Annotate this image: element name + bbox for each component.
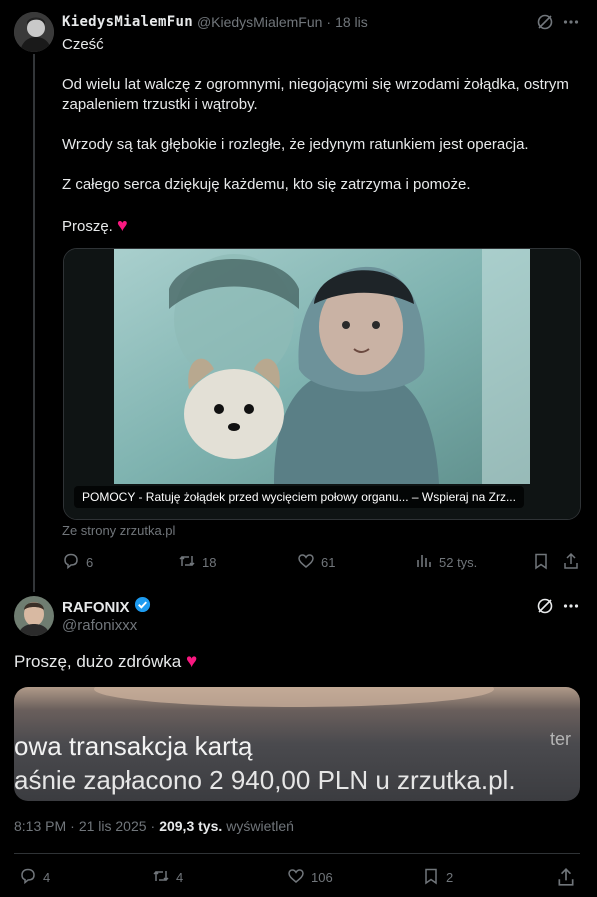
- grok-icon[interactable]: [536, 597, 554, 615]
- separator-dot: ·: [326, 14, 332, 30]
- paragraph-with-emoji: Proszę. ♥: [62, 215, 577, 237]
- thread-connector: [33, 54, 35, 592]
- link-card-image: [64, 249, 580, 519]
- avatar-image: [14, 596, 54, 636]
- paragraph: Wrzody są tak głębokie i rozległe, że je…: [62, 136, 529, 153]
- more-icon[interactable]: [562, 597, 580, 615]
- share-icon[interactable]: [556, 867, 576, 887]
- like-count: 61: [321, 555, 336, 570]
- handle[interactable]: @KiedysMialemFun: [197, 14, 322, 30]
- like-icon: [287, 867, 305, 888]
- repost-icon: [178, 552, 196, 573]
- heart-emoji: ♥: [185, 651, 198, 672]
- like-count: 106: [311, 870, 333, 885]
- paragraph: Z całego serca dziękuję każdemu, kto się…: [62, 176, 471, 193]
- tweet-body: Cześć Od wielu lat walczę z ogromnymi, n…: [62, 35, 577, 237]
- views-button[interactable]: 52 tys.: [415, 552, 477, 573]
- tweet-header: KiedysMialemFun @KiedysMialemFun · 18 li…: [62, 13, 368, 31]
- heart-emoji: ♥: [117, 215, 128, 235]
- tweet-body: Proszę, dużo zdrówka ♥: [14, 651, 197, 673]
- reply-count: 6: [86, 555, 94, 570]
- reply-button[interactable]: 6: [62, 552, 93, 573]
- like-button[interactable]: 61: [297, 552, 335, 573]
- reply-button[interactable]: 4: [19, 867, 50, 888]
- bookmark-icon: [422, 867, 440, 888]
- grok-icon[interactable]: [536, 13, 554, 31]
- image-text-corner: ter: [550, 729, 572, 749]
- bookmark-icon[interactable]: [532, 552, 550, 570]
- views-count: 209,3 tys.: [159, 818, 223, 834]
- post-time[interactable]: 8:13 PM: [14, 818, 66, 834]
- paragraph: Proszę.: [62, 218, 113, 235]
- attached-image[interactable]: owa transakcja kartą aśnie zapłacono 2 9…: [14, 687, 580, 801]
- views-icon: [415, 552, 433, 573]
- link-card[interactable]: [63, 248, 581, 520]
- paragraph: Od wielu lat walczę z ogromnymi, niegoją…: [62, 76, 569, 113]
- bookmark-button[interactable]: 2: [422, 867, 453, 888]
- share-icon[interactable]: [562, 552, 580, 570]
- verified-icon: [134, 596, 151, 618]
- image-text-line2: aśnie zapłacono 2 940,00 PLN u zrzutka.p…: [14, 765, 516, 795]
- repost-button[interactable]: 18: [178, 552, 216, 573]
- repost-button[interactable]: 4: [152, 867, 183, 888]
- like-icon: [297, 552, 315, 573]
- link-card-title[interactable]: POMOCY - Ratuję żołądek przed wycięciem …: [74, 486, 524, 508]
- post-date[interactable]: 21 lis 2025: [79, 818, 147, 834]
- views-label: wyświetleń: [226, 818, 294, 834]
- bookmark-count: 2: [446, 870, 454, 885]
- tweet-text: Proszę, dużo zdrówka: [14, 652, 182, 671]
- timestamp[interactable]: 18 lis: [335, 14, 368, 30]
- paragraph: Cześć: [62, 36, 104, 53]
- repost-count: 4: [176, 870, 184, 885]
- user-name-row: RAFONIX: [62, 596, 151, 618]
- handle[interactable]: @rafonixxx: [62, 617, 137, 634]
- avatar-image: [14, 12, 54, 52]
- display-name[interactable]: RAFONIX: [62, 599, 130, 616]
- more-icon[interactable]: [562, 13, 580, 31]
- reply-icon: [62, 552, 80, 573]
- tweet-meta: 8:13 PM · 21 lis 2025 · 209,3 tys. wyświ…: [14, 818, 294, 834]
- separator-dot: ·: [70, 818, 75, 834]
- avatar[interactable]: [14, 12, 54, 52]
- avatar[interactable]: [14, 596, 54, 636]
- repost-count: 18: [202, 555, 217, 570]
- like-button[interactable]: 106: [287, 867, 333, 888]
- link-card-source[interactable]: Ze strony zrzutka.pl: [62, 523, 175, 538]
- repost-icon: [152, 867, 170, 888]
- display-name[interactable]: KiedysMialemFun: [62, 14, 193, 30]
- image-text-line1: owa transakcja kartą: [14, 731, 253, 761]
- reply-icon: [19, 867, 37, 888]
- reply-count: 4: [43, 870, 51, 885]
- divider: [14, 853, 580, 854]
- separator-dot: ·: [150, 818, 156, 834]
- view-count: 52 tys.: [439, 555, 478, 570]
